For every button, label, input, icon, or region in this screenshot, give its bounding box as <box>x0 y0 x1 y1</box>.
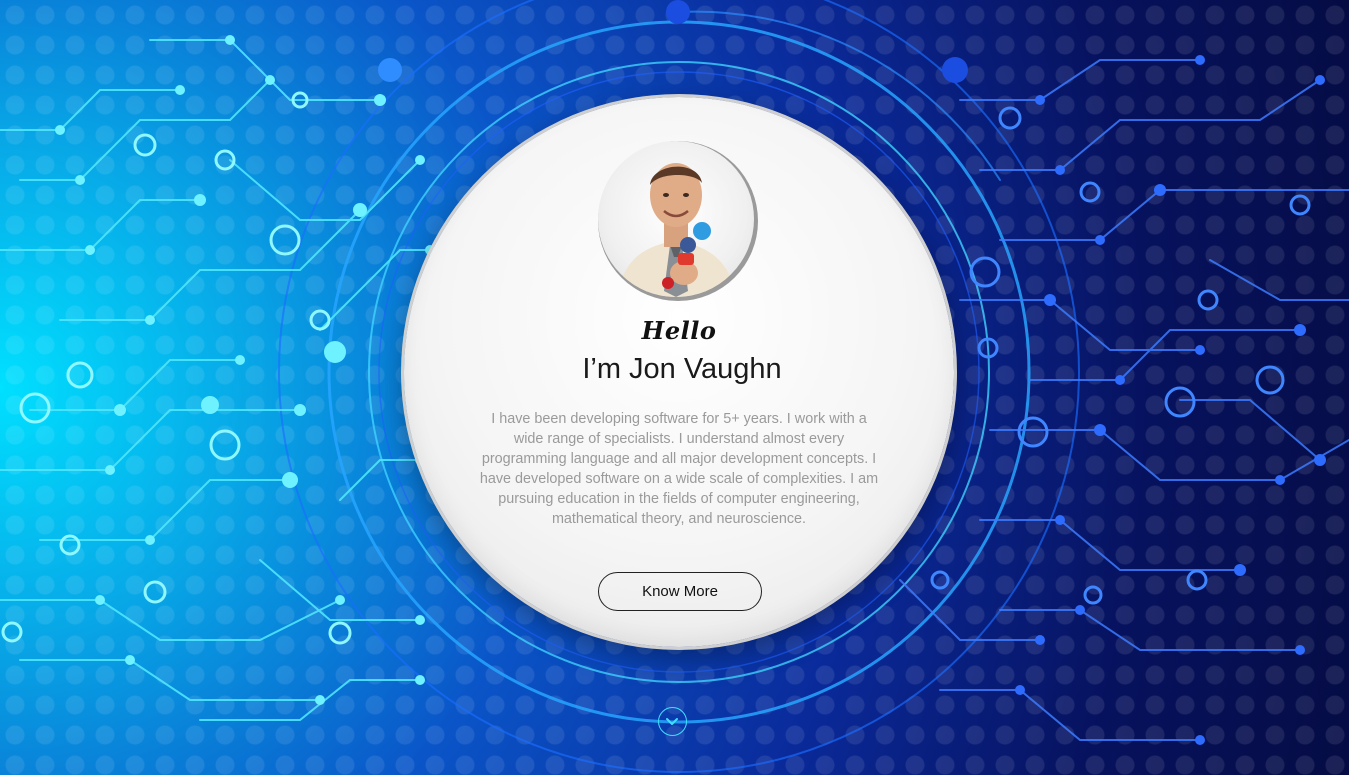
page-title: I’m Jon Vaughn <box>582 353 782 385</box>
greeting: Hello <box>641 316 717 345</box>
avatar <box>598 141 754 297</box>
avatar-portrait <box>618 163 736 297</box>
know-more-button[interactable]: Know More <box>598 572 762 611</box>
bio-text: I have been developing software for 5+ y… <box>479 411 879 527</box>
avatar-frame <box>598 141 758 301</box>
scroll-down-button[interactable] <box>658 707 687 736</box>
chevron-down-icon <box>666 718 678 725</box>
